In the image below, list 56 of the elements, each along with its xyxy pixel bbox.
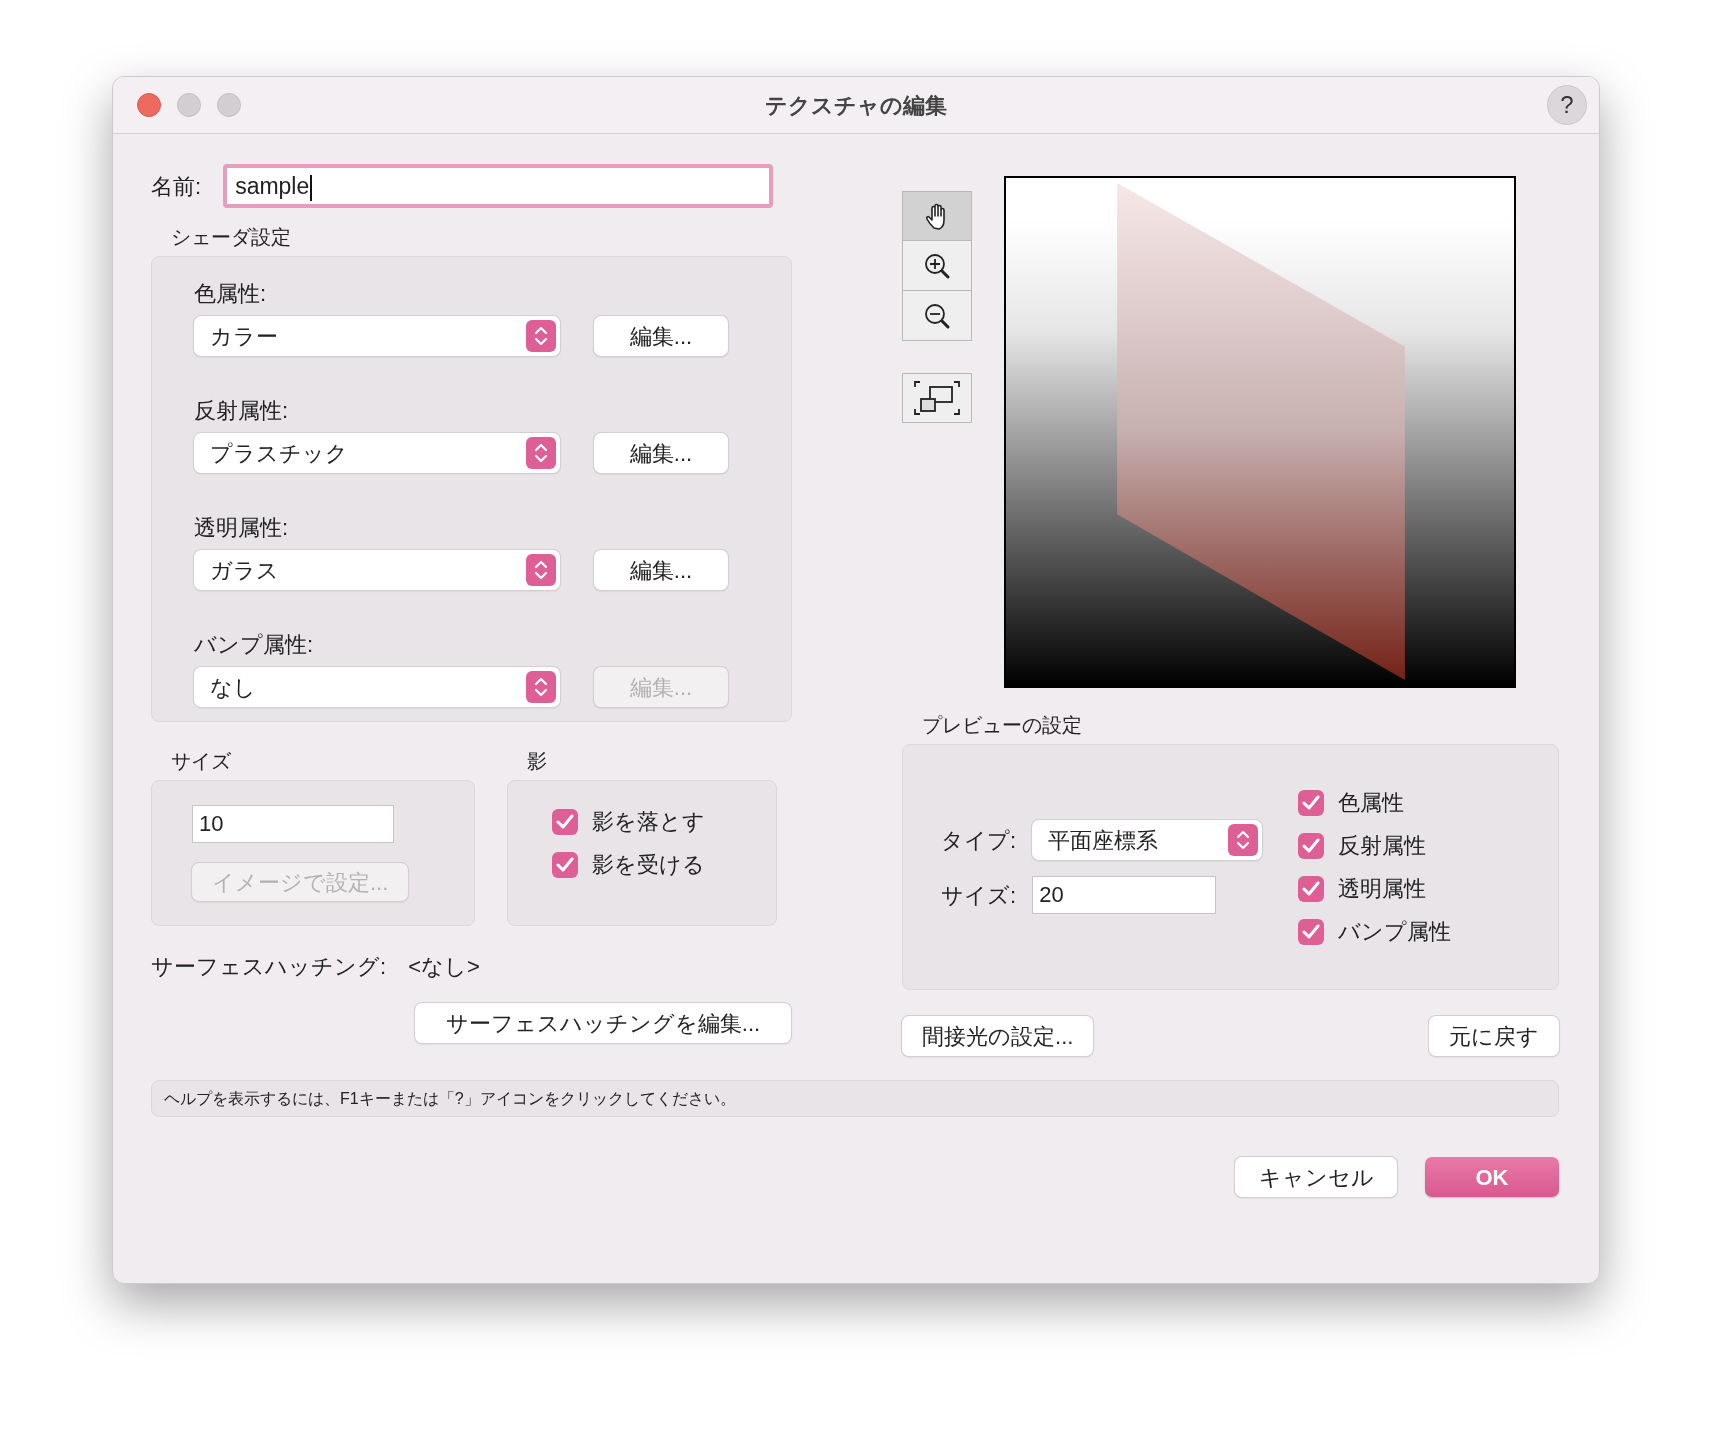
fit-icon [913, 379, 961, 417]
edit-button[interactable]: 編集... [594, 550, 728, 590]
dropdown[interactable]: 平面座標系 [1032, 820, 1263, 860]
dropdown[interactable]: プラスチック [194, 433, 560, 473]
edit-button[interactable]: 編集... [594, 316, 728, 356]
dropdown[interactable]: ガラス [194, 550, 560, 590]
stepper-icon [533, 559, 549, 581]
field-label: 名前: [151, 172, 202, 201]
checkbox-label: 影を落とす [592, 808, 705, 836]
stepper-icon [533, 676, 549, 698]
checkbox-label: 反射属性 [1338, 832, 1427, 860]
edit-hatching-button[interactable]: サーフェスハッチングを編集... [415, 1003, 791, 1043]
checkbox-label: 影を受ける [592, 851, 705, 879]
checkbox[interactable] [1298, 918, 1325, 945]
tool-button[interactable] [902, 191, 972, 241]
checkbox-label: 色属性 [1338, 789, 1405, 817]
stepper-icon [1235, 829, 1252, 851]
help-text: ヘルプを表示するには、F1キーまたは「?」アイコンをクリックしてください。 [151, 1080, 1559, 1117]
dropdown[interactable]: カラー [194, 316, 560, 356]
field-label: サイズ: [941, 881, 1017, 910]
revert-button[interactable]: 元に戻す [1429, 1016, 1559, 1056]
group-title: サイズ [171, 749, 232, 774]
stepper-icon [533, 442, 549, 464]
cancel-button[interactable]: キャンセル [1235, 1157, 1397, 1197]
zoom-in-icon [923, 251, 951, 280]
stepper-icon [533, 325, 549, 347]
window-title: テクスチャの編集 [765, 92, 947, 120]
help-button[interactable]: ? [1547, 85, 1587, 125]
checkbox-label: バンプ属性 [1338, 918, 1452, 946]
edit-button[interactable]: 編集... [594, 433, 728, 473]
dropdown[interactable]: なし [194, 667, 560, 707]
checkbox[interactable] [552, 808, 578, 835]
group-title: シェーダ設定 [171, 225, 292, 250]
field-label: バンプ属性: [194, 631, 315, 659]
name-field[interactable]: sample [223, 164, 774, 208]
field-label: 透明属性: [194, 514, 290, 542]
field-label: タイプ: [941, 826, 1017, 855]
close-button[interactable] [137, 93, 161, 117]
size-field[interactable]: 20 [1032, 876, 1217, 914]
hatching-value: <なし> [408, 953, 480, 981]
group-title: 影 [527, 749, 548, 774]
tool-button[interactable] [902, 291, 972, 341]
indirect-light-button[interactable]: 間接光の設定... [902, 1016, 1094, 1056]
checkbox-label: 透明属性 [1338, 875, 1427, 903]
group-title: プレビューの設定 [922, 713, 1083, 738]
field-label: 反射属性: [194, 397, 290, 425]
checkbox[interactable] [1298, 789, 1325, 816]
field-label: 色属性: [194, 280, 268, 308]
checkbox[interactable] [1298, 875, 1325, 902]
tool-button[interactable] [902, 241, 972, 291]
zoom-out-icon [923, 301, 951, 330]
checkbox[interactable] [1298, 832, 1325, 859]
size-field[interactable]: 10 [192, 805, 394, 843]
fit-button[interactable] [902, 373, 972, 423]
checkbox[interactable] [552, 851, 578, 878]
field-label: サーフェスハッチング: [151, 953, 387, 981]
